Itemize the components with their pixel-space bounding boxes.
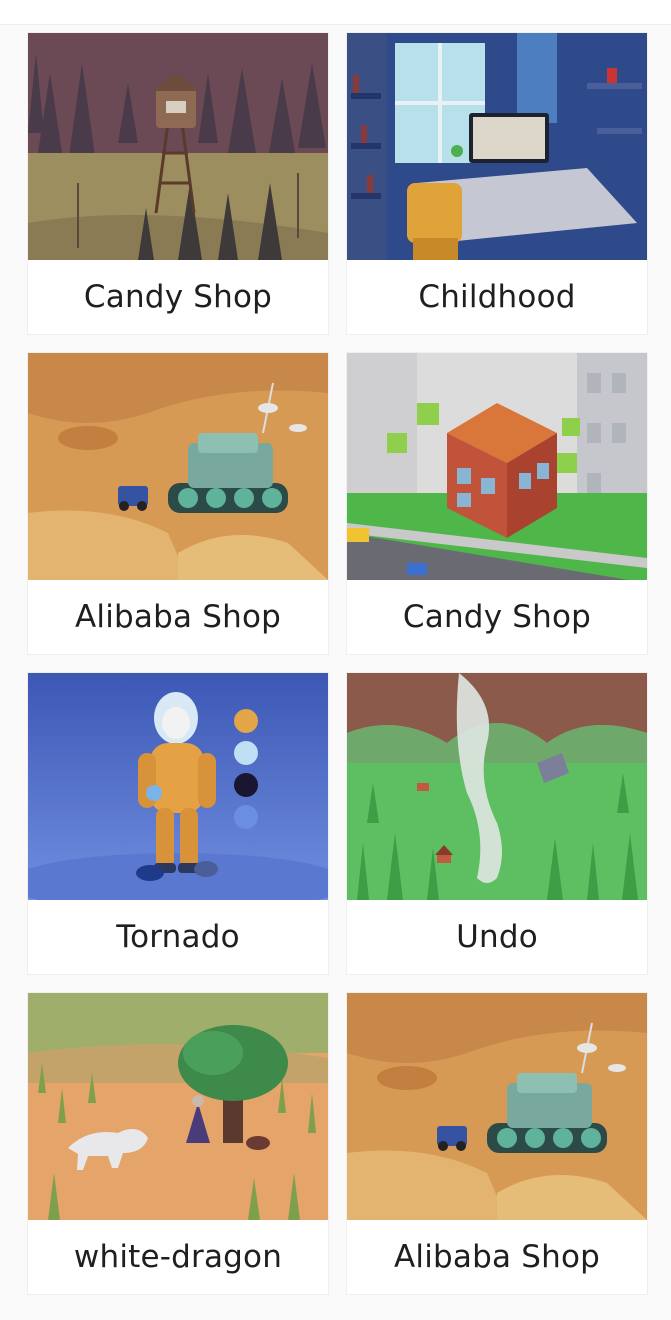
- card-title: Candy Shop: [402, 599, 592, 635]
- card-title: Undo: [456, 919, 538, 955]
- desert-tank-icon: [347, 993, 647, 1220]
- card-title: white-dragon: [73, 1239, 283, 1275]
- astronaut-icon: [28, 673, 328, 900]
- card-title: Alibaba Shop: [393, 1239, 600, 1275]
- gallery-card[interactable]: Childhood: [347, 33, 647, 334]
- water-tower-forest-icon: [28, 33, 328, 260]
- card-title: Candy Shop: [83, 279, 273, 315]
- card-title: Childhood: [418, 279, 576, 315]
- gallery-card[interactable]: Tornado: [28, 673, 328, 974]
- gallery-page: Candy Shop Childhood Alibaba Shop Candy …: [0, 0, 671, 1320]
- gallery-card[interactable]: Alibaba Shop: [28, 353, 328, 654]
- desk-room-icon: [347, 33, 647, 260]
- gallery-card[interactable]: Alibaba Shop: [347, 993, 647, 1294]
- gallery-card[interactable]: Undo: [347, 673, 647, 974]
- desert-tank-icon: [28, 353, 328, 580]
- tornado-field-icon: [347, 673, 647, 900]
- gallery-card[interactable]: Candy Shop: [347, 353, 647, 654]
- dragon-tree-icon: [28, 993, 328, 1220]
- gallery-card[interactable]: white-dragon: [28, 993, 328, 1294]
- top-bar: [0, 0, 671, 25]
- card-title: Tornado: [116, 919, 240, 955]
- gallery-card[interactable]: Candy Shop: [28, 33, 328, 334]
- gallery-grid: Candy Shop Childhood Alibaba Shop Candy …: [28, 33, 648, 1294]
- card-title: Alibaba Shop: [74, 599, 281, 635]
- town-house-icon: [347, 353, 647, 580]
